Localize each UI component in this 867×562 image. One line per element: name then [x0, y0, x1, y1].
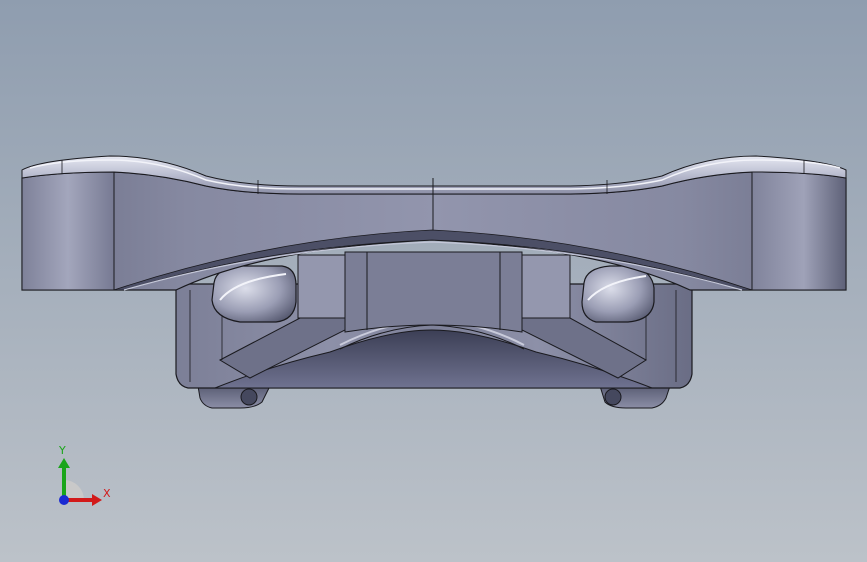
right-pocket: [581, 265, 655, 323]
x-axis-arrowhead: [92, 494, 102, 506]
z-axis-dot: [59, 495, 69, 505]
lower-body: [175, 251, 693, 409]
flange-right-end: [751, 171, 847, 291]
left-foot: [197, 385, 271, 409]
flange-left-end: [21, 171, 115, 291]
y-axis-arrowhead: [58, 458, 70, 468]
model-canvas[interactable]: Y X: [0, 0, 867, 562]
y-axis-label: Y: [58, 444, 66, 457]
x-axis-label: X: [103, 487, 111, 500]
graphics-viewport[interactable]: Y X: [0, 0, 867, 562]
coordinate-triad: Y X: [58, 444, 111, 506]
